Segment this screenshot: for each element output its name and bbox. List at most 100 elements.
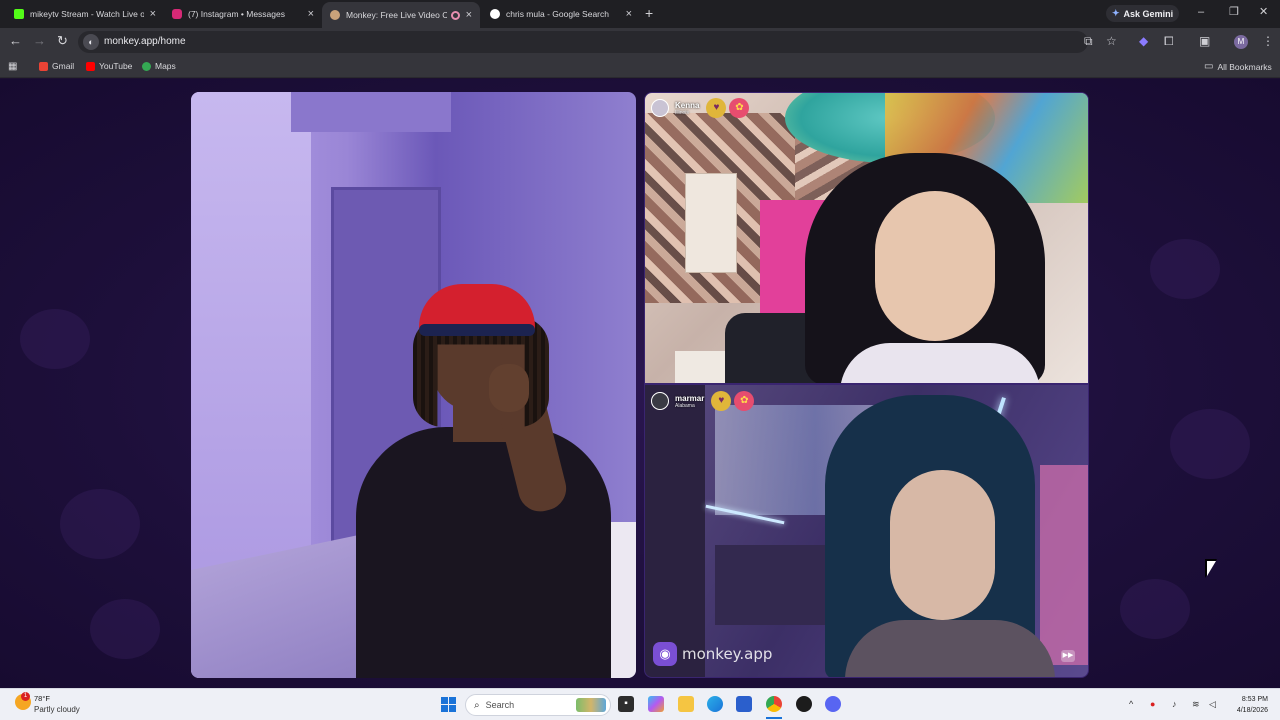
scene-shelf bbox=[715, 545, 835, 625]
chevron-up-icon[interactable]: ^ bbox=[1129, 699, 1133, 709]
bookmark-label: Gmail bbox=[52, 61, 75, 71]
heart-icon[interactable]: ♥ bbox=[706, 98, 727, 118]
minimize-button[interactable]: – bbox=[1198, 6, 1204, 18]
recording-icon bbox=[450, 10, 460, 20]
heart-icon[interactable]: ♥ bbox=[711, 391, 732, 411]
maps-icon bbox=[142, 61, 151, 71]
tab-title: chris mula - Google Search bbox=[506, 9, 609, 19]
extensions-puzzle-icon[interactable]: ⧠ bbox=[1164, 35, 1174, 47]
taskbar-search[interactable]: ⌕ Search bbox=[465, 694, 611, 716]
discord-icon[interactable] bbox=[825, 696, 841, 712]
participant-location: Illinois bbox=[675, 109, 689, 116]
avatar bbox=[651, 99, 669, 117]
youtube-icon bbox=[86, 61, 95, 71]
side-panel-icon[interactable]: ▣ bbox=[1199, 35, 1210, 47]
extension-icon[interactable]: ◆ bbox=[1139, 35, 1148, 47]
gift-icon[interactable]: ✿ bbox=[734, 391, 755, 411]
monkey-app-page: Kenna Illinois ♥ ✿ marmar Alabama ♥ ✿ ◉ bbox=[0, 79, 1280, 688]
reload-button[interactable]: ↻ bbox=[57, 34, 68, 48]
volume-icon[interactable]: ◁ bbox=[1209, 699, 1216, 709]
temperature: 78°F bbox=[34, 694, 50, 703]
ask-gemini-label: Ask Gemini bbox=[1123, 8, 1174, 19]
participant-location: Alabama bbox=[675, 402, 695, 409]
bookmark-youtube[interactable]: YouTube bbox=[86, 61, 132, 71]
avatar bbox=[651, 392, 669, 410]
participant-info: Kenna Illinois bbox=[675, 101, 699, 116]
monkey-logo-icon: ◉ bbox=[653, 642, 677, 666]
gemini-icon: ✦ bbox=[1112, 8, 1120, 18]
tab-monkey[interactable]: Monkey: Free Live Video C × bbox=[322, 2, 480, 28]
person-face bbox=[875, 191, 995, 341]
search-placeholder: Search bbox=[485, 700, 515, 710]
tab-instagram[interactable]: (7) Instagram • Messages × bbox=[164, 3, 322, 25]
copilot-icon[interactable] bbox=[648, 696, 664, 712]
edge-icon[interactable] bbox=[707, 696, 723, 712]
app-icon[interactable] bbox=[796, 696, 812, 712]
site-info-icon[interactable]: ◐ bbox=[83, 34, 99, 50]
bookmark-label: YouTube bbox=[99, 61, 133, 71]
menu-icon[interactable]: ⋮ bbox=[1262, 35, 1274, 47]
chrome-icon[interactable] bbox=[766, 696, 782, 712]
participant-badge[interactable]: marmar Alabama ♥ ✿ bbox=[651, 391, 755, 411]
ask-gemini-button[interactable]: ✦ Ask Gemini bbox=[1106, 5, 1180, 22]
back-button[interactable]: ← bbox=[9, 34, 22, 48]
bookmark-star-icon[interactable]: ☆ bbox=[1106, 35, 1117, 47]
monkey-icon bbox=[330, 10, 340, 20]
close-icon[interactable]: × bbox=[150, 8, 156, 20]
forward-button[interactable]: → bbox=[33, 34, 46, 48]
close-icon[interactable]: × bbox=[308, 8, 314, 20]
apps-grid-icon[interactable]: ▦ bbox=[8, 61, 17, 72]
folder-icon[interactable] bbox=[678, 696, 694, 712]
all-bookmarks-label: All Bookmarks bbox=[1217, 61, 1272, 72]
security-icon[interactable]: ● bbox=[1150, 699, 1155, 709]
tab-google[interactable]: chris mula - Google Search × bbox=[482, 3, 640, 25]
weather-condition: Partly cloudy bbox=[34, 705, 80, 714]
all-bookmarks[interactable]: ▭ All Bookmarks bbox=[1204, 61, 1272, 72]
clock-time: 8:53 PM bbox=[1241, 696, 1268, 703]
start-button[interactable] bbox=[441, 697, 456, 712]
close-window-button[interactable]: ✕ bbox=[1259, 6, 1268, 18]
microphone-icon[interactable]: ♪ bbox=[1172, 699, 1177, 709]
participant-name: Kenna bbox=[675, 100, 700, 110]
background-pattern bbox=[60, 489, 140, 559]
skip-icon[interactable]: ▶▶ bbox=[1061, 650, 1075, 662]
file-explorer-icon[interactable]: ▪ bbox=[618, 696, 634, 712]
participant-badge[interactable]: Kenna Illinois ♥ ✿ bbox=[651, 98, 750, 118]
tab-title: (7) Instagram • Messages bbox=[188, 9, 285, 19]
store-icon[interactable] bbox=[736, 696, 752, 712]
profile-avatar[interactable]: M bbox=[1234, 35, 1248, 49]
bookmark-maps[interactable]: Maps bbox=[142, 61, 176, 71]
person-hand bbox=[489, 364, 529, 412]
bookmark-gmail[interactable]: Gmail bbox=[39, 61, 74, 71]
person-shirt bbox=[840, 343, 1040, 383]
folder-icon: ▭ bbox=[1204, 61, 1214, 72]
close-icon[interactable]: × bbox=[626, 8, 632, 20]
gift-icon[interactable]: ✿ bbox=[729, 98, 750, 118]
tab-bar: mikeytv Stream - Watch Live o × (7) Inst… bbox=[0, 0, 1280, 28]
install-app-icon[interactable]: ⧉ bbox=[1084, 35, 1093, 47]
bookmark-label: Maps bbox=[155, 61, 176, 71]
taskbar: 1 78°F Partly cloudy ⌕ Search ▪ ^ ● ♪ ≋ … bbox=[0, 688, 1280, 720]
gmail-icon bbox=[39, 61, 48, 71]
scene-ceiling bbox=[291, 92, 451, 132]
tab-kick[interactable]: mikeytv Stream - Watch Live o × bbox=[6, 3, 164, 25]
watermark: ◉ monkey.app bbox=[653, 642, 772, 666]
url-text: monkey.app/home bbox=[104, 36, 186, 47]
person-cap-band bbox=[419, 324, 535, 336]
tab-title: Monkey: Free Live Video C bbox=[346, 10, 447, 20]
close-icon[interactable]: × bbox=[466, 9, 472, 21]
new-tab-button[interactable]: + bbox=[645, 6, 653, 20]
self-video bbox=[191, 92, 636, 678]
restore-button[interactable]: ❐ bbox=[1229, 6, 1239, 18]
wifi-icon[interactable]: ≋ bbox=[1192, 699, 1200, 709]
mouse-cursor bbox=[1207, 561, 1216, 576]
system-clock[interactable]: 8:53 PM 4/18/2026 bbox=[1222, 694, 1268, 716]
toolbar: ← → ↻ ◐ monkey.app/home ⧉ ☆ ◆ ⧠ ▣ M ⋮ bbox=[0, 28, 1280, 56]
background-pattern bbox=[1120, 579, 1190, 639]
google-icon bbox=[490, 9, 500, 19]
address-bar[interactable]: ◐ monkey.app/home bbox=[78, 31, 1088, 53]
background-pattern bbox=[1170, 409, 1250, 479]
instagram-icon bbox=[172, 9, 182, 19]
person-face bbox=[890, 470, 995, 620]
bookmarks-bar: ▦ Gmail YouTube Maps ▭ All Bookmarks bbox=[0, 56, 1280, 78]
